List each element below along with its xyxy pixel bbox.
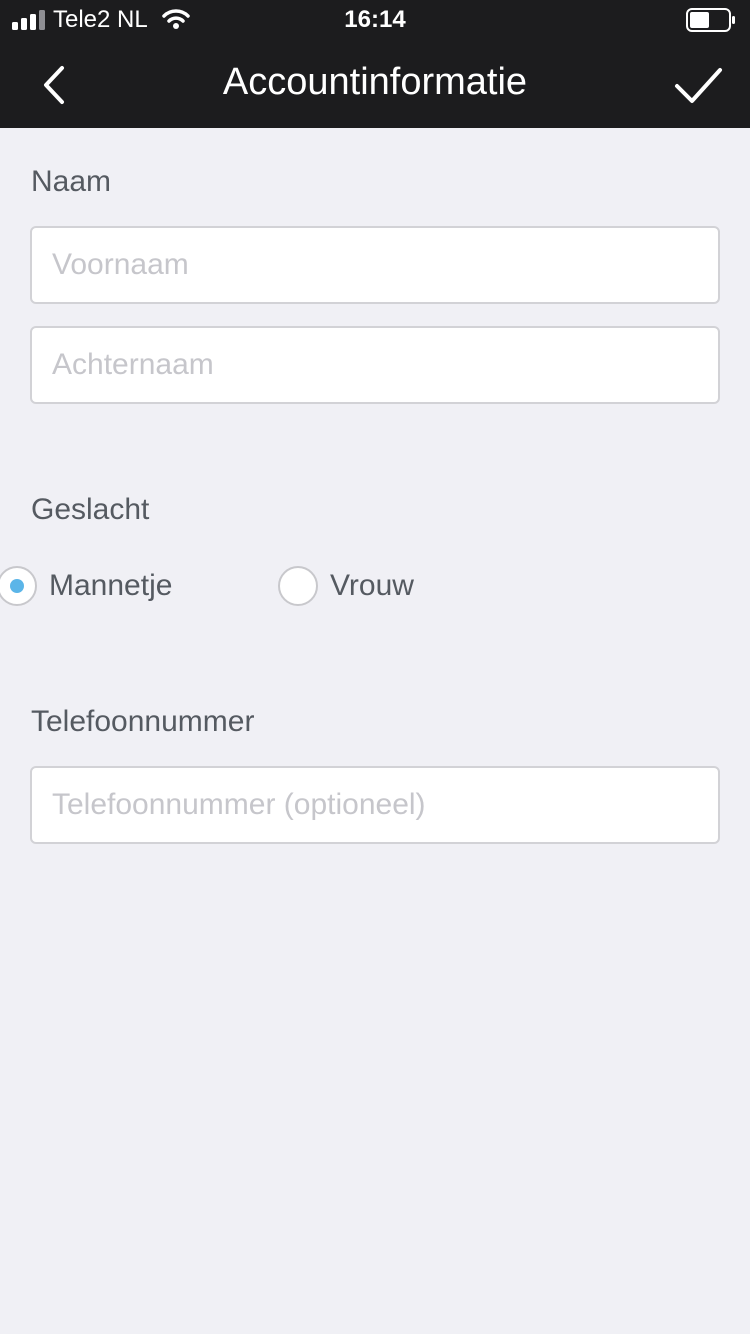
gender-option-mannetje[interactable]: Mannetje: [0, 566, 197, 606]
first-name-input[interactable]: [32, 228, 718, 302]
gender-option-vrouw[interactable]: Vrouw: [278, 566, 438, 606]
gender-option-label: Vrouw: [330, 569, 414, 602]
phone-field[interactable]: [30, 766, 720, 844]
checkmark-icon[interactable]: [668, 58, 728, 112]
phone-input[interactable]: [32, 768, 718, 842]
name-section-label: Naam: [31, 165, 112, 198]
last-name-input[interactable]: [32, 328, 718, 402]
page-title: Accountinformatie: [222, 61, 528, 103]
phone-section-label: Telefoonnummer: [31, 705, 255, 738]
status-time: 16:14: [344, 6, 406, 33]
radio-button-icon[interactable]: [278, 566, 318, 606]
gender-section-label: Geslacht: [31, 493, 150, 526]
radio-selected-dot: [10, 579, 24, 593]
first-name-field[interactable]: [30, 226, 720, 304]
top-bar: Tele2 NL 16:14 Accountinformatie: [0, 0, 750, 128]
status-bar: Tele2 NL 16:14: [0, 0, 750, 40]
radio-button-icon[interactable]: [0, 566, 37, 606]
gender-option-label: Mannetje: [49, 569, 173, 602]
battery-icon: [686, 8, 735, 32]
last-name-field[interactable]: [30, 326, 720, 404]
